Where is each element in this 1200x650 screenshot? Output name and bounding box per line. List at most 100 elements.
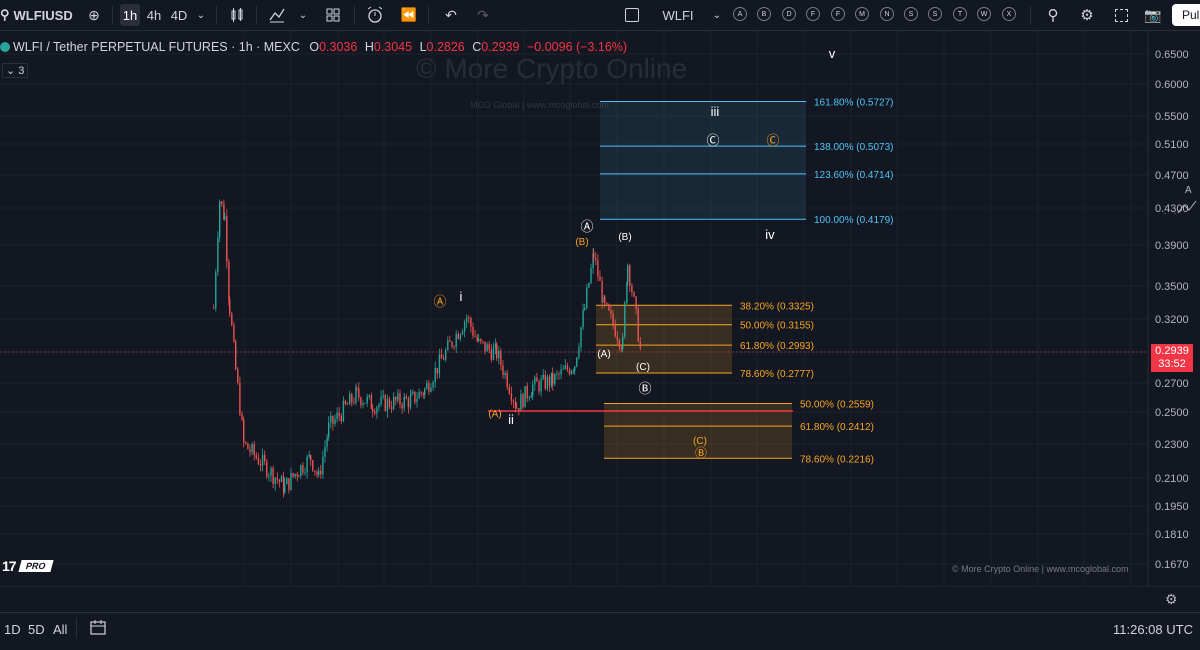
layout-dropdown[interactable]: ⌄ xyxy=(710,4,724,26)
candle-body xyxy=(213,308,215,309)
layouts-button[interactable] xyxy=(322,4,344,26)
timeframe-4h[interactable]: 4h xyxy=(144,4,164,26)
candle-body xyxy=(614,324,616,337)
candle-body xyxy=(235,341,237,370)
legend-title[interactable]: WLFI / Tether PERPETUAL FUTURES · 1h · M… xyxy=(13,40,300,54)
symbol-label: WLFIUSD xyxy=(13,7,73,23)
chart-layout-name[interactable]: WLFI xyxy=(660,4,696,26)
candle-body xyxy=(268,475,270,477)
undo-button[interactable]: ↶ xyxy=(440,4,462,26)
compare-symbol-button[interactable]: ⊕ xyxy=(83,4,105,26)
square-icon xyxy=(625,8,639,22)
candles-button[interactable] xyxy=(226,4,248,26)
candle-body xyxy=(409,395,412,408)
price-tick-label: 0.3200 xyxy=(1155,314,1189,326)
price-tick-label: 0.1810 xyxy=(1155,529,1189,541)
timeframe-dropdown[interactable]: ⌄ xyxy=(194,4,208,26)
indicators-dropdown[interactable]: ⌄ xyxy=(296,4,310,26)
legend-low-label: L xyxy=(419,40,427,54)
candle-body xyxy=(524,386,526,408)
indicators-button[interactable] xyxy=(266,4,288,26)
drawing-letter-w[interactable]: W xyxy=(977,7,991,21)
fullscreen-button[interactable] xyxy=(1110,4,1132,26)
candle-body xyxy=(302,465,304,473)
price-tick-label: 0.3500 xyxy=(1155,281,1189,293)
timeframe-4d[interactable]: 4D xyxy=(168,4,190,26)
candle-body xyxy=(286,478,288,485)
redo-button[interactable]: ↷ xyxy=(472,4,494,26)
axis-settings-button[interactable]: ⚙ xyxy=(1165,591,1178,608)
candle-body xyxy=(342,400,345,422)
drawing-letter-f1[interactable]: F xyxy=(806,7,820,21)
candle-body xyxy=(270,467,272,476)
wave-label: i xyxy=(460,289,463,304)
candle-body xyxy=(494,343,497,348)
candle-body xyxy=(586,287,588,308)
drawing-letter-a[interactable]: A xyxy=(733,7,747,21)
candle-body xyxy=(500,350,502,366)
search-icon: ⚲ xyxy=(0,7,10,22)
candle-body xyxy=(243,419,245,443)
layout-toggle[interactable] xyxy=(622,4,642,26)
range-1d[interactable]: 1D xyxy=(4,622,21,637)
drawing-letter-m[interactable]: M xyxy=(855,7,869,21)
publish-button[interactable]: Pul xyxy=(1172,4,1200,26)
candle-body xyxy=(627,265,629,283)
range-5d[interactable]: 5D xyxy=(28,622,45,637)
candle-body xyxy=(573,370,575,372)
quick-search-button[interactable]: ⚲ xyxy=(1042,4,1064,26)
divider xyxy=(256,6,257,24)
goto-date-button[interactable] xyxy=(89,619,107,640)
candle-body xyxy=(601,280,603,303)
drawing-letter-f2[interactable]: F xyxy=(831,7,845,21)
symbol-search[interactable]: ⚲ WLFIUSD xyxy=(0,0,73,30)
wave-label: (A) xyxy=(488,409,501,420)
drawing-letter-t[interactable]: T xyxy=(953,7,967,21)
drawing-letter-d[interactable]: D xyxy=(782,7,796,21)
candle-body xyxy=(322,456,324,475)
wave-label: (A) xyxy=(597,349,610,360)
candle-body xyxy=(280,476,283,482)
candle-body xyxy=(518,408,520,411)
candle-body xyxy=(461,331,464,335)
candle-body xyxy=(420,392,422,394)
candle-body xyxy=(595,258,597,261)
candle-body xyxy=(430,387,432,392)
candle-body xyxy=(459,334,462,339)
drawing-letter-x[interactable]: X xyxy=(1002,7,1016,21)
fib-level-label: 50.00% (0.3155) xyxy=(740,321,814,332)
drawing-letter-n[interactable]: N xyxy=(880,7,894,21)
range-all[interactable]: All xyxy=(53,622,67,637)
tradingview-logo[interactable]: 17 PRO xyxy=(2,558,53,574)
candle-body xyxy=(639,341,641,348)
price-chart[interactable]: 161.80% (0.5727) 138.00% (0.5073) 123.60% … xyxy=(0,31,1200,587)
price-tick-label: 0.3900 xyxy=(1155,240,1189,252)
candle-body xyxy=(229,299,231,314)
candle-body xyxy=(334,419,336,424)
drawing-letter-b[interactable]: B xyxy=(757,7,771,21)
candle-body xyxy=(224,216,226,220)
candle-body xyxy=(370,395,373,410)
divider xyxy=(428,6,429,24)
price-tick-label: 0.2500 xyxy=(1155,407,1189,419)
timeframe-1h[interactable]: 1h xyxy=(120,4,140,26)
snapshot-button[interactable]: 📷 xyxy=(1142,4,1164,26)
utc-clock[interactable]: 11:26:08 UTC xyxy=(1113,622,1193,637)
candle-body xyxy=(360,397,362,406)
drawing-letter-s1[interactable]: S xyxy=(904,7,918,21)
replay-button[interactable]: ⏪ xyxy=(398,4,420,26)
candle-body xyxy=(228,261,230,300)
divider xyxy=(1030,6,1031,24)
candle-body xyxy=(274,477,276,484)
indicator-count-toggle[interactable]: ⌄ 3 xyxy=(2,63,29,78)
candle-body xyxy=(390,406,393,409)
candle-body xyxy=(562,368,564,370)
alert-button[interactable] xyxy=(364,4,386,26)
drawing-letter-s2[interactable]: S xyxy=(928,7,942,21)
wave-label: iii xyxy=(711,104,720,119)
candle-body xyxy=(616,336,618,341)
candle-body xyxy=(612,313,614,325)
settings-button[interactable]: ⚙ xyxy=(1076,4,1098,26)
candle-body xyxy=(401,404,403,409)
candle-body xyxy=(482,341,484,342)
